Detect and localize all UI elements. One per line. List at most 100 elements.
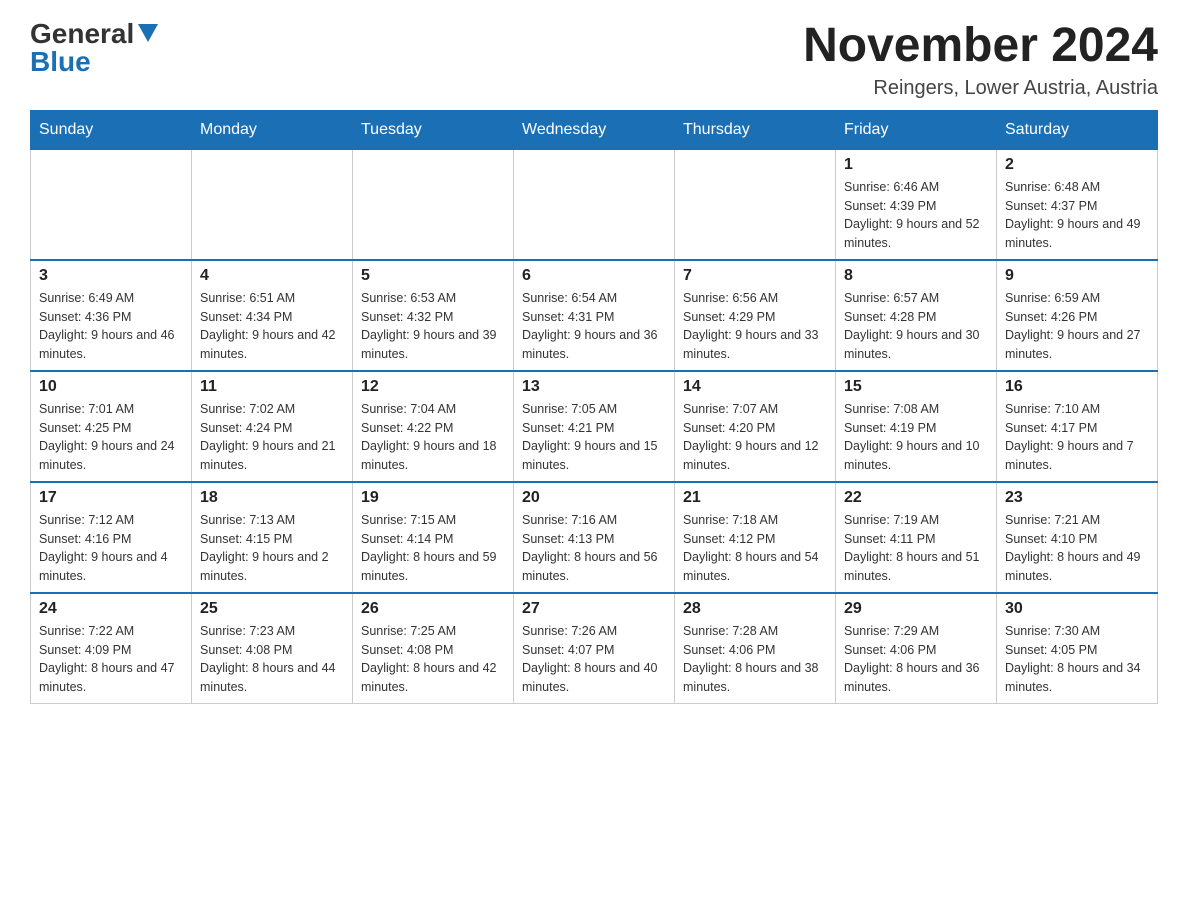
day-info: Sunrise: 6:56 AMSunset: 4:29 PMDaylight:… (683, 289, 827, 364)
day-number: 25 (200, 600, 344, 618)
calendar-day-cell: 6Sunrise: 6:54 AMSunset: 4:31 PMDaylight… (514, 260, 675, 371)
day-info: Sunrise: 7:18 AMSunset: 4:12 PMDaylight:… (683, 511, 827, 586)
day-info: Sunrise: 7:19 AMSunset: 4:11 PMDaylight:… (844, 511, 988, 586)
day-number: 23 (1005, 489, 1149, 507)
day-number: 30 (1005, 600, 1149, 618)
day-number: 7 (683, 267, 827, 285)
calendar-day-cell: 30Sunrise: 7:30 AMSunset: 4:05 PMDayligh… (997, 593, 1158, 704)
calendar-day-cell: 7 Sunrise: 6:56 AMSunset: 4:29 PMDaylight… (675, 260, 836, 371)
calendar-week-row: 24Sunrise: 7:22 AMSunset: 4:09 PMDayligh… (31, 593, 1158, 704)
day-info: Sunrise: 7:29 AMSunset: 4:06 PMDaylight:… (844, 622, 988, 697)
weekday-header-thursday: Thursday (675, 110, 836, 149)
calendar-day-cell (514, 149, 675, 260)
month-title: November 2024 (803, 20, 1158, 73)
calendar-day-cell (353, 149, 514, 260)
logo-blue-text: Blue (30, 48, 91, 76)
calendar-day-cell: 16 Sunrise: 7:10 AMSunset: 4:17 PMDayligh… (997, 371, 1158, 482)
day-number: 28 (683, 600, 827, 618)
day-info: Sunrise: 6:49 AMSunset: 4:36 PMDaylight:… (39, 289, 183, 364)
calendar-day-cell (675, 149, 836, 260)
calendar-day-cell: 29 Sunrise: 7:29 AMSunset: 4:06 PMDayligh… (836, 593, 997, 704)
calendar-week-row: 10 Sunrise: 7:01 AMSunset: 4:25 PMDayligh… (31, 371, 1158, 482)
calendar-day-cell: 10 Sunrise: 7:01 AMSunset: 4:25 PMDayligh… (31, 371, 192, 482)
day-info: Sunrise: 7:01 AMSunset: 4:25 PMDaylight:… (39, 400, 183, 475)
day-number: 11 (200, 378, 344, 396)
day-number: 18 (200, 489, 344, 507)
calendar-day-cell: 20Sunrise: 7:16 AMSunset: 4:13 PMDayligh… (514, 482, 675, 593)
day-number: 29 (844, 600, 988, 618)
day-info: Sunrise: 7:13 AMSunset: 4:15 PMDaylight:… (200, 511, 344, 586)
location-title: Reingers, Lower Austria, Austria (803, 77, 1158, 100)
weekday-header-row: SundayMondayTuesdayWednesdayThursdayFrid… (31, 110, 1158, 149)
day-number: 4 (200, 267, 344, 285)
day-info: Sunrise: 7:08 AMSunset: 4:19 PMDaylight:… (844, 400, 988, 475)
calendar-day-cell: 3 Sunrise: 6:49 AMSunset: 4:36 PMDaylight… (31, 260, 192, 371)
calendar-table: SundayMondayTuesdayWednesdayThursdayFrid… (30, 110, 1158, 704)
weekday-header-saturday: Saturday (997, 110, 1158, 149)
day-number: 2 (1005, 156, 1149, 174)
day-number: 3 (39, 267, 183, 285)
day-info: Sunrise: 7:05 AMSunset: 4:21 PMDaylight:… (522, 400, 666, 475)
calendar-day-cell: 22Sunrise: 7:19 AMSunset: 4:11 PMDayligh… (836, 482, 997, 593)
title-block: November 2024 Reingers, Lower Austria, A… (803, 20, 1158, 100)
weekday-header-sunday: Sunday (31, 110, 192, 149)
day-info: Sunrise: 6:51 AMSunset: 4:34 PMDaylight:… (200, 289, 344, 364)
day-number: 24 (39, 600, 183, 618)
day-info: Sunrise: 7:25 AMSunset: 4:08 PMDaylight:… (361, 622, 505, 697)
day-info: Sunrise: 6:59 AMSunset: 4:26 PMDaylight:… (1005, 289, 1149, 364)
day-number: 14 (683, 378, 827, 396)
calendar-day-cell: 23 Sunrise: 7:21 AMSunset: 4:10 PMDayligh… (997, 482, 1158, 593)
calendar-day-cell: 17Sunrise: 7:12 AMSunset: 4:16 PMDayligh… (31, 482, 192, 593)
calendar-day-cell: 25 Sunrise: 7:23 AMSunset: 4:08 PMDayligh… (192, 593, 353, 704)
day-info: Sunrise: 7:28 AMSunset: 4:06 PMDaylight:… (683, 622, 827, 697)
logo-triangle-icon (138, 24, 158, 42)
calendar-day-cell: 4 Sunrise: 6:51 AMSunset: 4:34 PMDaylight… (192, 260, 353, 371)
weekday-header-friday: Friday (836, 110, 997, 149)
logo: General Blue (30, 20, 158, 76)
calendar-day-cell (31, 149, 192, 260)
day-number: 10 (39, 378, 183, 396)
day-number: 15 (844, 378, 988, 396)
day-info: Sunrise: 7:04 AMSunset: 4:22 PMDaylight:… (361, 400, 505, 475)
day-info: Sunrise: 6:54 AMSunset: 4:31 PMDaylight:… (522, 289, 666, 364)
calendar-day-cell: 9 Sunrise: 6:59 AMSunset: 4:26 PMDaylight… (997, 260, 1158, 371)
page-header: General Blue November 2024 Reingers, Low… (30, 20, 1158, 100)
day-number: 16 (1005, 378, 1149, 396)
weekday-header-wednesday: Wednesday (514, 110, 675, 149)
calendar-day-cell: 26 Sunrise: 7:25 AMSunset: 4:08 PMDayligh… (353, 593, 514, 704)
day-info: Sunrise: 6:48 AMSunset: 4:37 PMDaylight:… (1005, 178, 1149, 253)
day-number: 20 (522, 489, 666, 507)
day-number: 17 (39, 489, 183, 507)
day-info: Sunrise: 6:57 AMSunset: 4:28 PMDaylight:… (844, 289, 988, 364)
calendar-week-row: 17Sunrise: 7:12 AMSunset: 4:16 PMDayligh… (31, 482, 1158, 593)
day-info: Sunrise: 7:23 AMSunset: 4:08 PMDaylight:… (200, 622, 344, 697)
calendar-day-cell (192, 149, 353, 260)
day-info: Sunrise: 7:15 AMSunset: 4:14 PMDaylight:… (361, 511, 505, 586)
calendar-day-cell: 11 Sunrise: 7:02 AMSunset: 4:24 PMDayligh… (192, 371, 353, 482)
calendar-day-cell: 13Sunrise: 7:05 AMSunset: 4:21 PMDayligh… (514, 371, 675, 482)
day-number: 26 (361, 600, 505, 618)
day-number: 9 (1005, 267, 1149, 285)
weekday-header-tuesday: Tuesday (353, 110, 514, 149)
logo-general-text: General (30, 20, 134, 48)
calendar-day-cell: 27 Sunrise: 7:26 AMSunset: 4:07 PMDayligh… (514, 593, 675, 704)
calendar-day-cell: 5Sunrise: 6:53 AMSunset: 4:32 PMDaylight… (353, 260, 514, 371)
day-info: Sunrise: 6:53 AMSunset: 4:32 PMDaylight:… (361, 289, 505, 364)
day-number: 19 (361, 489, 505, 507)
day-info: Sunrise: 7:10 AMSunset: 4:17 PMDaylight:… (1005, 400, 1149, 475)
day-info: Sunrise: 7:26 AMSunset: 4:07 PMDaylight:… (522, 622, 666, 697)
calendar-day-cell: 19 Sunrise: 7:15 AMSunset: 4:14 PMDayligh… (353, 482, 514, 593)
day-info: Sunrise: 7:21 AMSunset: 4:10 PMDaylight:… (1005, 511, 1149, 586)
calendar-day-cell: 21 Sunrise: 7:18 AMSunset: 4:12 PMDayligh… (675, 482, 836, 593)
calendar-week-row: 3 Sunrise: 6:49 AMSunset: 4:36 PMDaylight… (31, 260, 1158, 371)
day-info: Sunrise: 7:07 AMSunset: 4:20 PMDaylight:… (683, 400, 827, 475)
day-number: 21 (683, 489, 827, 507)
calendar-day-cell: 8Sunrise: 6:57 AMSunset: 4:28 PMDaylight… (836, 260, 997, 371)
day-info: Sunrise: 6:46 AMSunset: 4:39 PMDaylight:… (844, 178, 988, 253)
day-number: 27 (522, 600, 666, 618)
calendar-day-cell: 24Sunrise: 7:22 AMSunset: 4:09 PMDayligh… (31, 593, 192, 704)
weekday-header-monday: Monday (192, 110, 353, 149)
calendar-day-cell: 15 Sunrise: 7:08 AMSunset: 4:19 PMDayligh… (836, 371, 997, 482)
calendar-day-cell: 12Sunrise: 7:04 AMSunset: 4:22 PMDayligh… (353, 371, 514, 482)
day-info: Sunrise: 7:02 AMSunset: 4:24 PMDaylight:… (200, 400, 344, 475)
